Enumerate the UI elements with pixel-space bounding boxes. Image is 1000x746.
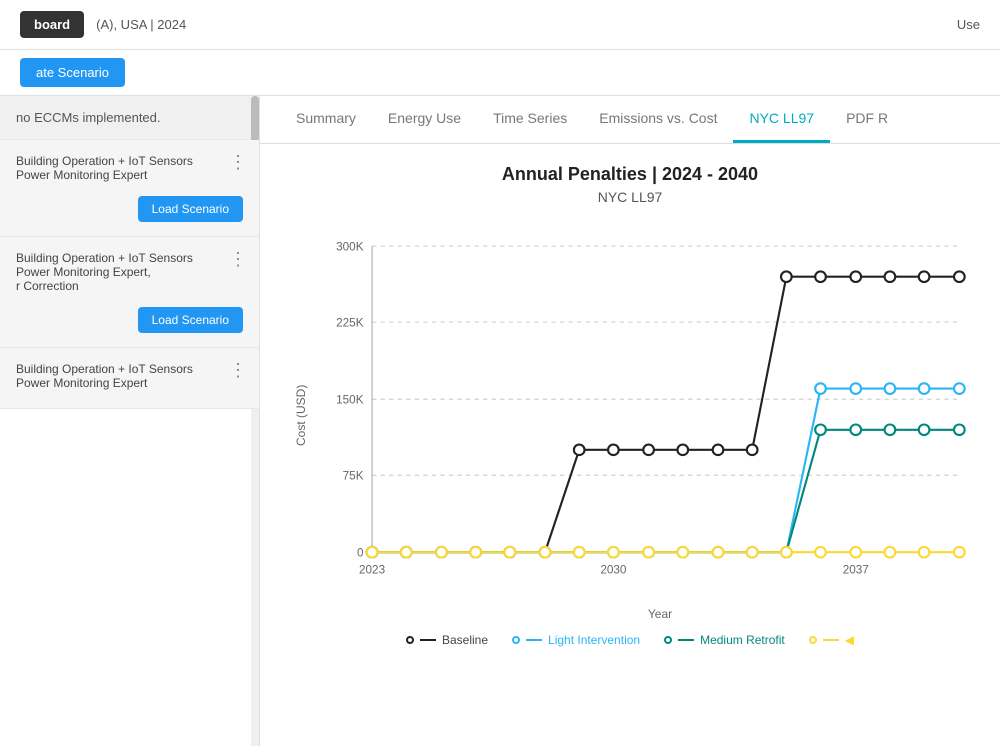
svg-text:300K: 300K xyxy=(336,240,364,253)
svg-text:2030: 2030 xyxy=(600,563,627,576)
svg-text:225K: 225K xyxy=(336,316,364,329)
app-container: board (A), USA | 2024 Use ate Scenario n… xyxy=(0,0,1000,746)
legend-line-yellow xyxy=(823,639,839,641)
no-eccm-card: no ECCMs implemented. xyxy=(0,96,259,140)
legend-dot-medium xyxy=(664,636,672,644)
tab-nyc-ll97[interactable]: NYC LL97 xyxy=(733,96,830,143)
scenario-card-2: ⋮ Building Operation + IoT Sensors Power… xyxy=(0,237,259,348)
scenario-title-3: Building Operation + IoT Sensors Power M… xyxy=(16,362,243,390)
scenario-menu-icon-2[interactable]: ⋮ xyxy=(229,249,247,270)
svg-text:0: 0 xyxy=(357,547,364,560)
chart-title: Annual Penalties | 2024 - 2040 xyxy=(290,164,970,185)
no-eccm-label: no ECCMs implemented. xyxy=(16,110,161,125)
main-layout: no ECCMs implemented. ⋮ Building Operati… xyxy=(0,96,1000,746)
load-scenario-button-2[interactable]: Load Scenario xyxy=(138,307,243,333)
location-label: (A), USA | 2024 xyxy=(96,17,186,32)
legend-light-intervention: Light Intervention xyxy=(512,633,640,647)
svg-text:2023: 2023 xyxy=(359,563,385,576)
legend-line-medium xyxy=(678,639,694,641)
header-right: Use xyxy=(957,17,980,32)
legend-label-baseline: Baseline xyxy=(442,633,488,647)
tabs: Summary Energy Use Time Series Emissions… xyxy=(260,96,1000,144)
svg-text:75K: 75K xyxy=(343,469,364,482)
legend-label-medium: Medium Retrofit xyxy=(700,633,785,647)
chart-legend: Baseline Light Intervention Medium Retro… xyxy=(290,633,970,647)
header-left: board (A), USA | 2024 xyxy=(20,11,186,38)
x-axis-label: Year xyxy=(350,607,970,621)
svg-text:2037: 2037 xyxy=(843,563,869,576)
tab-pdf-r[interactable]: PDF R xyxy=(830,96,904,143)
scenario-card-1: ⋮ Building Operation + IoT Sensors Power… xyxy=(0,140,259,237)
scenario-menu-icon-1[interactable]: ⋮ xyxy=(229,152,247,173)
legend-dot-yellow xyxy=(809,636,817,644)
sidebar: no ECCMs implemented. ⋮ Building Operati… xyxy=(0,96,260,746)
legend-baseline: Baseline xyxy=(406,633,488,647)
chart-svg: .grid-line { stroke: #ccc; stroke-width:… xyxy=(308,225,970,605)
chart-area: Annual Penalties | 2024 - 2040 NYC LL97 … xyxy=(260,144,1000,746)
right-content: Summary Energy Use Time Series Emissions… xyxy=(260,96,1000,746)
legend-medium-retrofit: Medium Retrofit xyxy=(664,633,785,647)
chart-wrapper: Cost (USD) .grid-line { stroke: #ccc; st… xyxy=(290,225,970,605)
legend-label-yellow: ◀ xyxy=(845,633,854,647)
tab-emissions-cost[interactable]: Emissions vs. Cost xyxy=(583,96,733,143)
legend-line-baseline xyxy=(420,639,436,641)
legend-yellow: ◀ xyxy=(809,633,854,647)
chart-subtitle: NYC LL97 xyxy=(290,189,970,205)
tab-summary[interactable]: Summary xyxy=(280,96,372,143)
header: board (A), USA | 2024 Use xyxy=(0,0,1000,50)
load-scenario-button-1[interactable]: Load Scenario xyxy=(138,196,243,222)
scenario-title-2: Building Operation + IoT Sensors Power M… xyxy=(16,251,243,293)
legend-line-light xyxy=(526,639,542,641)
legend-label-light: Light Intervention xyxy=(548,633,640,647)
chart-plot: .grid-line { stroke: #ccc; stroke-width:… xyxy=(308,225,970,605)
dashboard-badge[interactable]: board xyxy=(20,11,84,38)
legend-dot-light xyxy=(512,636,520,644)
create-scenario-button[interactable]: ate Scenario xyxy=(20,58,125,87)
scenario-menu-icon-3[interactable]: ⋮ xyxy=(229,360,247,381)
scenario-card-3: ⋮ Building Operation + IoT Sensors Power… xyxy=(0,348,259,409)
scenario-title-1: Building Operation + IoT Sensors Power M… xyxy=(16,154,243,182)
svg-text:150K: 150K xyxy=(336,393,364,406)
legend-dot-baseline xyxy=(406,636,414,644)
sub-header: ate Scenario xyxy=(0,50,1000,96)
y-axis-label: Cost (USD) xyxy=(290,225,308,605)
tab-time-series[interactable]: Time Series xyxy=(477,96,583,143)
tab-energy-use[interactable]: Energy Use xyxy=(372,96,477,143)
